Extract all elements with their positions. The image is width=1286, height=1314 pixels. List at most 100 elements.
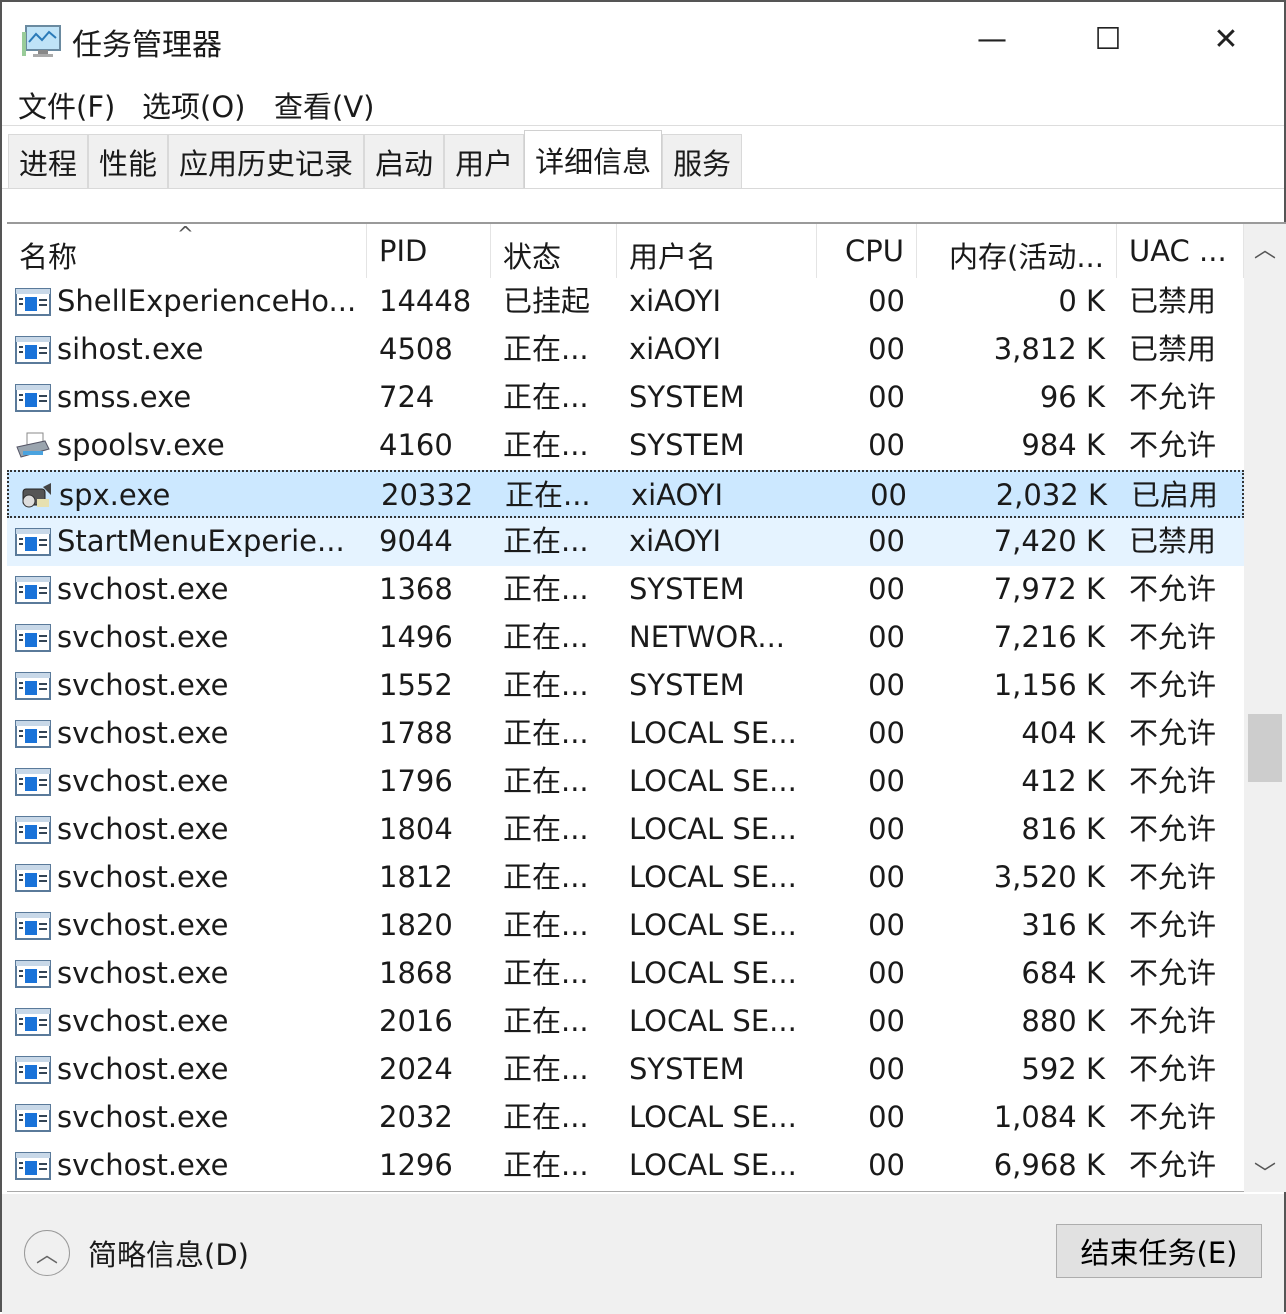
- cell-cpu: 00: [868, 956, 905, 990]
- app-window-icon: [15, 911, 51, 941]
- cell-status: 正在...: [503, 332, 589, 366]
- table-row[interactable]: svchost.exe 1496 正在... NETWOR... 00 7,216 K 不允…: [7, 614, 1244, 662]
- cell-cpu: 00: [868, 812, 905, 846]
- table-row[interactable]: svchost.exe 1820 正在... LOCAL SE... 00 316 K 不允…: [7, 902, 1244, 950]
- table-row[interactable]: svchost.exe 2016 正在... LOCAL SE... 00 880 K 不允…: [7, 998, 1244, 1046]
- table-row[interactable]: StartMenuExperie... 9044 正在... xiAOYI 00 7,42…: [7, 518, 1244, 566]
- cell-status: 正在...: [503, 668, 589, 702]
- cell-cpu: 00: [868, 668, 905, 702]
- cell-memory: 7,420 K: [993, 524, 1105, 558]
- table-row[interactable]: svchost.exe 1868 正在... LOCAL SE... 00 684 K 不允…: [7, 950, 1244, 998]
- table-row[interactable]: spx.exe 20332 正在... xiAOYI 00 2,032 K 已启用: [7, 470, 1244, 518]
- tab-processes[interactable]: 进程: [8, 134, 89, 188]
- cell-name: StartMenuExperie...: [57, 524, 345, 558]
- cell-cpu: 00: [868, 524, 905, 558]
- menu-file[interactable]: 文件(F): [18, 84, 115, 126]
- cell-username: LOCAL SE...: [629, 764, 797, 798]
- table-row[interactable]: svchost.exe 1812 正在... LOCAL SE... 00 3,520 K…: [7, 854, 1244, 902]
- cell-username: xiAOYI: [629, 284, 722, 318]
- sort-ascending-icon: ^: [177, 222, 194, 246]
- cell-cpu: 00: [868, 1100, 905, 1134]
- cell-uac: 已禁用: [1129, 284, 1217, 318]
- column-header-pid[interactable]: PID: [367, 224, 491, 278]
- fewer-details-link[interactable]: 简略信息(D): [88, 1232, 249, 1274]
- menu-options[interactable]: 选项(O): [142, 84, 245, 126]
- cell-username: NETWOR...: [629, 620, 786, 654]
- cell-status: 正在...: [503, 716, 589, 750]
- cell-cpu: 00: [868, 284, 905, 318]
- camera-icon: [17, 481, 53, 511]
- tab-performance[interactable]: 性能: [88, 134, 169, 188]
- maximize-button[interactable]: ☐: [1078, 16, 1138, 62]
- cell-status: 正在...: [503, 908, 589, 942]
- menu-view[interactable]: 查看(V): [274, 84, 374, 126]
- table-row[interactable]: svchost.exe 1552 正在... SYSTEM 00 1,156 K 不允许: [7, 662, 1244, 710]
- table-row[interactable]: svchost.exe 2024 正在... SYSTEM 00 592 K 不允许: [7, 1046, 1244, 1094]
- table-row[interactable]: ShellExperienceHo... 14448 已挂起 xiAOYI 00 0 K 已…: [7, 278, 1244, 326]
- cell-username: LOCAL SE...: [629, 860, 797, 894]
- cell-status: 正在...: [505, 478, 591, 512]
- cell-uac: 不允许: [1129, 620, 1217, 654]
- cell-uac: 不允许: [1129, 668, 1217, 702]
- column-header-memory[interactable]: 内存(活动...: [917, 224, 1117, 278]
- close-button[interactable]: ✕: [1196, 16, 1256, 62]
- cell-memory: 816 K: [1021, 812, 1105, 846]
- tab-users[interactable]: 用户: [444, 134, 525, 188]
- tab-services[interactable]: 服务: [662, 134, 743, 188]
- collapse-chevron-icon[interactable]: ︿: [24, 1230, 70, 1276]
- cell-pid: 1812: [379, 860, 453, 894]
- cell-username: SYSTEM: [629, 668, 745, 702]
- cell-uac: 不允许: [1129, 1148, 1217, 1182]
- cell-uac: 不允许: [1129, 908, 1217, 942]
- app-window-icon: [15, 287, 51, 317]
- table-row[interactable]: smss.exe 724 正在... SYSTEM 00 96 K 不允许: [7, 374, 1244, 422]
- cell-status: 正在...: [503, 380, 589, 414]
- table-row[interactable]: svchost.exe 2032 正在... LOCAL SE... 00 1,084 K…: [7, 1094, 1244, 1142]
- scroll-down-icon[interactable]: ﹀: [1244, 1156, 1286, 1188]
- cell-name: svchost.exe: [57, 668, 229, 702]
- column-header-uac[interactable]: UAC ...: [1117, 224, 1244, 278]
- table-row[interactable]: sihost.exe 4508 正在... xiAOYI 00 3,812 K 已禁用: [7, 326, 1244, 374]
- cell-uac: 不允许: [1129, 428, 1217, 462]
- cell-pid: 9044: [379, 524, 453, 558]
- cell-username: SYSTEM: [629, 572, 745, 606]
- cell-cpu: 00: [868, 860, 905, 894]
- column-header-status[interactable]: 状态: [491, 224, 617, 278]
- tab-details[interactable]: 详细信息: [524, 130, 663, 188]
- table-row[interactable]: svchost.exe 1788 正在... LOCAL SE... 00 404 K 不允…: [7, 710, 1244, 758]
- tab-app-history[interactable]: 应用历史记录: [168, 134, 365, 188]
- cell-status: 正在...: [503, 1100, 589, 1134]
- app-window-icon: [15, 527, 51, 557]
- cell-pid: 1368: [379, 572, 453, 606]
- cell-username: xiAOYI: [629, 524, 722, 558]
- table-row[interactable]: spoolsv.exe 4160 正在... SYSTEM 00 984 K 不允许: [7, 422, 1244, 470]
- title-bar: 任务管理器 — ☐ ✕: [2, 2, 1284, 77]
- cell-uac: 已禁用: [1129, 332, 1217, 366]
- tab-startup[interactable]: 启动: [364, 134, 445, 188]
- cell-pid: 1804: [379, 812, 453, 846]
- cell-memory: 3,812 K: [993, 332, 1105, 366]
- cell-memory: 984 K: [1021, 428, 1105, 462]
- cell-username: LOCAL SE...: [629, 812, 797, 846]
- scrollbar-thumb[interactable]: [1248, 714, 1282, 782]
- vertical-scrollbar[interactable]: ︿ ﹀: [1244, 224, 1286, 1192]
- cell-status: 正在...: [503, 764, 589, 798]
- cell-status: 正在...: [503, 812, 589, 846]
- column-header-username[interactable]: 用户名: [617, 224, 817, 278]
- cell-cpu: 00: [868, 572, 905, 606]
- task-manager-icon: [22, 25, 61, 57]
- app-window-icon: [15, 1055, 51, 1085]
- cell-name: svchost.exe: [57, 716, 229, 750]
- table-row[interactable]: svchost.exe 1368 正在... SYSTEM 00 7,972 K 不允许: [7, 566, 1244, 614]
- cell-status: 已挂起: [503, 284, 591, 318]
- minimize-button[interactable]: —: [962, 16, 1022, 62]
- table-row[interactable]: svchost.exe 1804 正在... LOCAL SE... 00 816 K 不允…: [7, 806, 1244, 854]
- table-row[interactable]: svchost.exe 1796 正在... LOCAL SE... 00 412 K 不允…: [7, 758, 1244, 806]
- scroll-up-icon[interactable]: ︿: [1244, 232, 1286, 264]
- column-header-cpu[interactable]: CPU: [817, 224, 917, 278]
- table-row[interactable]: svchost.exe 1296 正在... LOCAL SE... 00 6,968 K…: [7, 1142, 1244, 1190]
- end-task-button[interactable]: 结束任务(E): [1056, 1224, 1262, 1278]
- app-window-icon: [15, 575, 51, 605]
- cell-uac: 不允许: [1129, 716, 1217, 750]
- app-window-icon: [15, 383, 51, 413]
